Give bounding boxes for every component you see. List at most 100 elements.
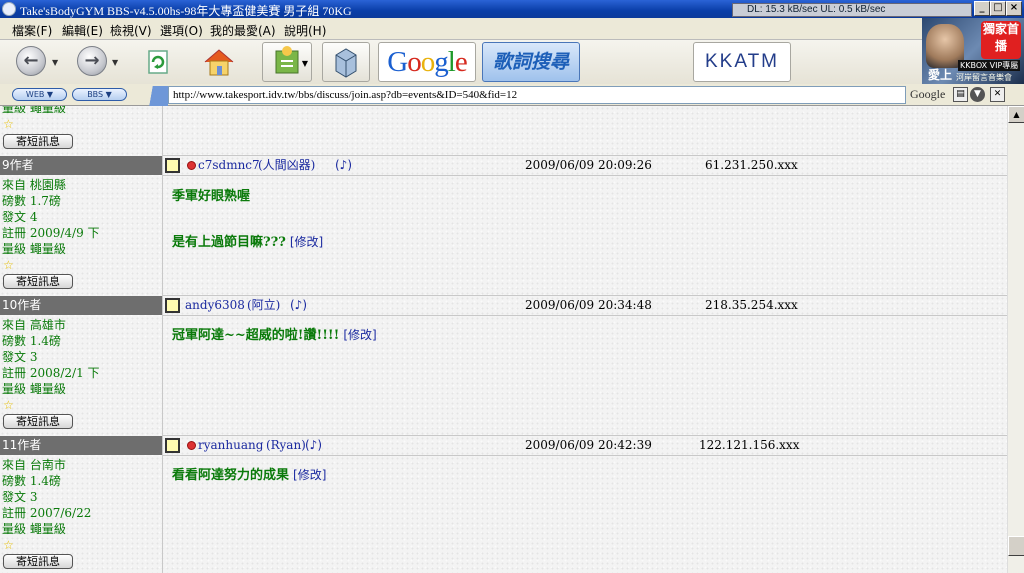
post-body-line: 季軍好眼熟喔 <box>172 189 251 204</box>
close-window-button[interactable]: × <box>1006 1 1022 16</box>
menu-options[interactable]: 選項(O) <box>160 22 203 39</box>
username-link[interactable]: ryanhuang <box>198 436 263 455</box>
kkatm-button[interactable]: KKATM <box>693 42 791 82</box>
author-from: 來自 桃園縣 <box>2 178 66 192</box>
bbs-pill-label: BBS <box>87 90 104 99</box>
row-divider <box>162 315 1007 316</box>
post-select-checkbox[interactable] <box>165 298 180 313</box>
back-arrow-icon[interactable]: ← <box>16 46 46 76</box>
menu-edit[interactable]: 編輯(E) <box>62 22 103 39</box>
menu-bar: 檔案(F) 編輯(E) 檢視(V) 選項(O) 我的最愛(A) 說明(H) <box>0 18 1024 40</box>
user-nickname: (Ryan) <box>266 438 306 452</box>
bbs-pill-button[interactable]: BBS ▼ <box>72 88 127 101</box>
post-body-line: 看看阿達努力的成果 [修改] <box>172 464 326 483</box>
kkbox-banner-ad[interactable]: 獨家首播 愛上 KKBOX VIP專屬 河岸留言音樂會 <box>922 18 1024 84</box>
minimize-button[interactable]: _ <box>974 1 990 16</box>
row-divider <box>162 175 1007 176</box>
author-from: 來自 台南市 <box>2 458 66 472</box>
browser-app-icon[interactable] <box>2 2 16 16</box>
web-pill-label: WEB <box>25 90 45 99</box>
author-registered: 註冊 2007/6/22 <box>2 506 92 520</box>
user-nickname: (阿立) <box>247 298 281 312</box>
author-from: 來自 高雄市 <box>2 318 66 332</box>
music-note-icon[interactable]: (♪) <box>290 296 307 315</box>
author-registered: 註冊 2009/4/9 下 <box>2 226 100 240</box>
send-message-button[interactable]: 寄短訊息 <box>3 274 73 289</box>
post-select-checkbox[interactable] <box>165 158 180 173</box>
author-pounds: 磅數 1.4磅 <box>2 474 61 488</box>
send-message-button[interactable]: 寄短訊息 <box>3 414 73 429</box>
column-divider <box>162 106 163 573</box>
maximize-button[interactable]: □ <box>990 1 1006 16</box>
page-icon[interactable]: ▤ <box>953 87 968 102</box>
refresh-icon[interactable] <box>144 48 172 76</box>
banner-sub-text: 河岸留言音樂會 <box>956 73 1012 82</box>
lyrics-search-button[interactable]: 歌詞搜尋 <box>482 42 580 82</box>
post-ip: 122.121.156.xxx <box>699 438 800 452</box>
forward-arrow-icon[interactable]: → <box>77 46 107 76</box>
menu-help[interactable]: 說明(H) <box>284 22 326 39</box>
menu-favorites[interactable]: 我的最愛(A) <box>210 22 276 39</box>
menu-file[interactable]: 檔案(F) <box>12 22 52 39</box>
send-message-button[interactable]: 寄短訊息 <box>3 134 73 149</box>
post-body-text: 是有上過節目嘛??? <box>172 235 286 250</box>
bookmarks-icon <box>275 46 299 74</box>
music-note-icon[interactable]: (♪) <box>305 436 322 455</box>
user-nickname: (人間凶器) <box>258 158 316 172</box>
send-message-button[interactable]: 寄短訊息 <box>3 554 73 569</box>
bookmarks-tile[interactable]: ▼ <box>262 42 312 82</box>
author-pounds: 磅數 1.4磅 <box>2 334 61 348</box>
box-tool-tile[interactable] <box>322 42 370 82</box>
vertical-scrollbar[interactable]: ▲ <box>1007 106 1024 573</box>
scroll-thumb[interactable] <box>1008 536 1024 556</box>
post-select-checkbox[interactable] <box>165 438 180 453</box>
title-bar: Take'sBodyGYM BBS-v4.5.00hs-98年大專盃健美賽 男子… <box>0 0 1024 18</box>
author-level: 量級 蠅量級 <box>2 382 66 396</box>
post-ip: 61.231.250.xxx <box>705 158 798 172</box>
google-button[interactable]: Google <box>378 42 476 82</box>
username-link[interactable]: andy6308 <box>185 296 245 315</box>
author-number: 9作者 <box>0 156 162 175</box>
home-icon[interactable] <box>202 46 236 78</box>
post-datetime: 2009/06/09 20:42:39 <box>525 438 652 452</box>
post-header: ryanhuang (Ryan) (♪) 2009/06/09 20:42:39… <box>165 436 1007 455</box>
username-link[interactable]: c7sdmnc7 <box>198 156 260 175</box>
author-level: 量級 蠅量級 <box>2 242 66 256</box>
post-header: andy6308 (阿立) (♪) 2009/06/09 20:34:48 21… <box>165 296 1007 315</box>
author-registered: 註冊 2008/2/1 下 <box>2 366 100 380</box>
url-input[interactable]: http://www.takesport.idv.tw/bbs/discuss/… <box>168 86 906 104</box>
user-status-icon <box>187 441 196 450</box>
package-icon <box>335 48 357 78</box>
menu-view[interactable]: 檢視(V) <box>110 22 152 39</box>
author-level: 量級 蠅量級 <box>2 522 66 536</box>
address-bar-curve <box>140 86 168 106</box>
net-status-meter: DL: 15.3 kB/sec UL: 0.5 kB/sec <box>732 3 972 17</box>
rank-star-icon: ☆ <box>3 258 14 272</box>
edit-link[interactable]: [修改] <box>290 235 323 249</box>
banner-love-text: 愛上 <box>928 68 953 82</box>
edit-link[interactable]: [修改] <box>293 468 326 482</box>
author-post-count: 發文 4 <box>2 210 38 224</box>
post-body-text: 冠軍阿達~~超威的啦!讚!!!! <box>172 328 340 343</box>
author-post-count: 發文 3 <box>2 350 38 364</box>
window-title: Take'sBodyGYM BBS-v4.5.00hs-98年大專盃健美賽 男子… <box>20 4 352 18</box>
bookmarks-dropdown-icon[interactable]: ▼ <box>302 59 308 68</box>
post-header: c7sdmnc7 (人間凶器) (♪) 2009/06/09 20:09:26 … <box>165 156 1007 175</box>
web-pill-button[interactable]: WEB ▼ <box>12 88 67 101</box>
toolbar: ← ▼ → ▼ ▼ Google 歌詞搜尋 KKATM <box>0 40 1024 84</box>
post-datetime: 2009/06/09 20:34:48 <box>525 298 652 312</box>
post-body-line: 是有上過節目嘛??? [修改] <box>172 231 323 250</box>
music-note-icon[interactable]: (♪) <box>335 156 352 175</box>
author-post-count: 發文 3 <box>2 490 38 504</box>
google-search-label: Google <box>910 87 946 101</box>
edit-link[interactable]: [修改] <box>343 328 376 342</box>
forward-dropdown-icon[interactable]: ▼ <box>112 58 118 67</box>
scroll-up-icon[interactable]: ▲ <box>1008 106 1024 123</box>
back-dropdown-icon[interactable]: ▼ <box>52 58 58 67</box>
rank-star-icon: ☆ <box>3 117 14 131</box>
close-toolbar-icon[interactable]: ✕ <box>990 87 1005 102</box>
banner-badge: 獨家首播 <box>981 21 1021 59</box>
user-status-icon <box>187 161 196 170</box>
banner-vip-text: KKBOX VIP專屬 <box>958 60 1021 71</box>
dropdown-circle-icon[interactable]: ▼ <box>970 87 985 102</box>
